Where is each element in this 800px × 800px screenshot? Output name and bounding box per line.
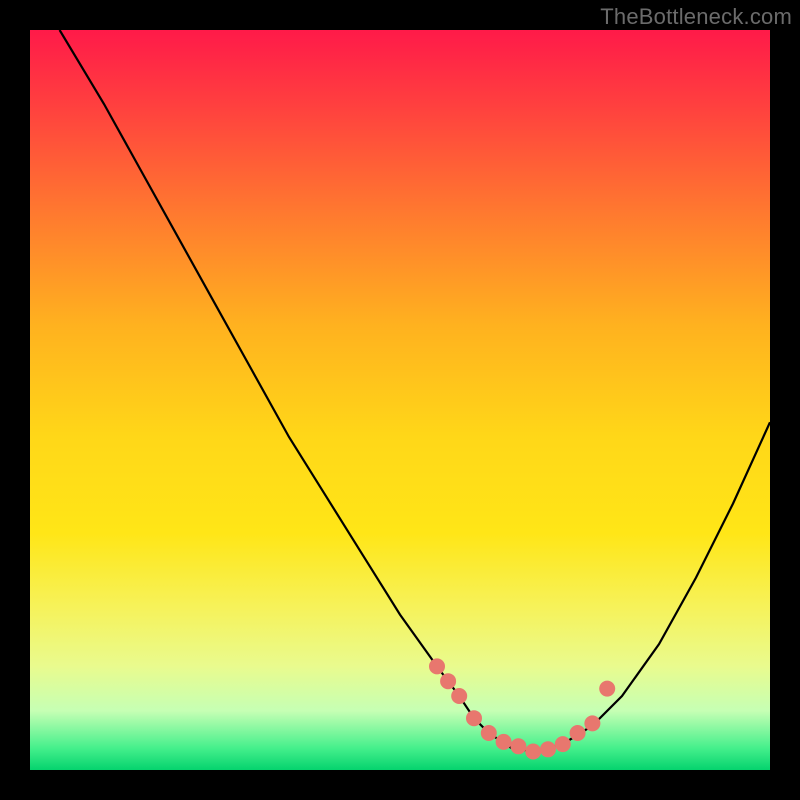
chart-svg bbox=[30, 30, 770, 770]
data-marker bbox=[510, 738, 526, 754]
chart-frame bbox=[30, 30, 770, 770]
data-marker bbox=[440, 673, 456, 689]
data-marker bbox=[466, 710, 482, 726]
data-marker bbox=[584, 715, 600, 731]
data-marker bbox=[496, 734, 512, 750]
data-marker bbox=[540, 741, 556, 757]
bottleneck-curve bbox=[60, 30, 770, 752]
data-marker bbox=[525, 744, 541, 760]
data-marker bbox=[451, 688, 467, 704]
watermark-text: TheBottleneck.com bbox=[600, 4, 792, 30]
data-marker bbox=[570, 725, 586, 741]
data-marker bbox=[429, 658, 445, 674]
data-marker bbox=[555, 736, 571, 752]
marker-group bbox=[429, 658, 615, 759]
data-marker bbox=[599, 681, 615, 697]
data-marker bbox=[481, 725, 497, 741]
